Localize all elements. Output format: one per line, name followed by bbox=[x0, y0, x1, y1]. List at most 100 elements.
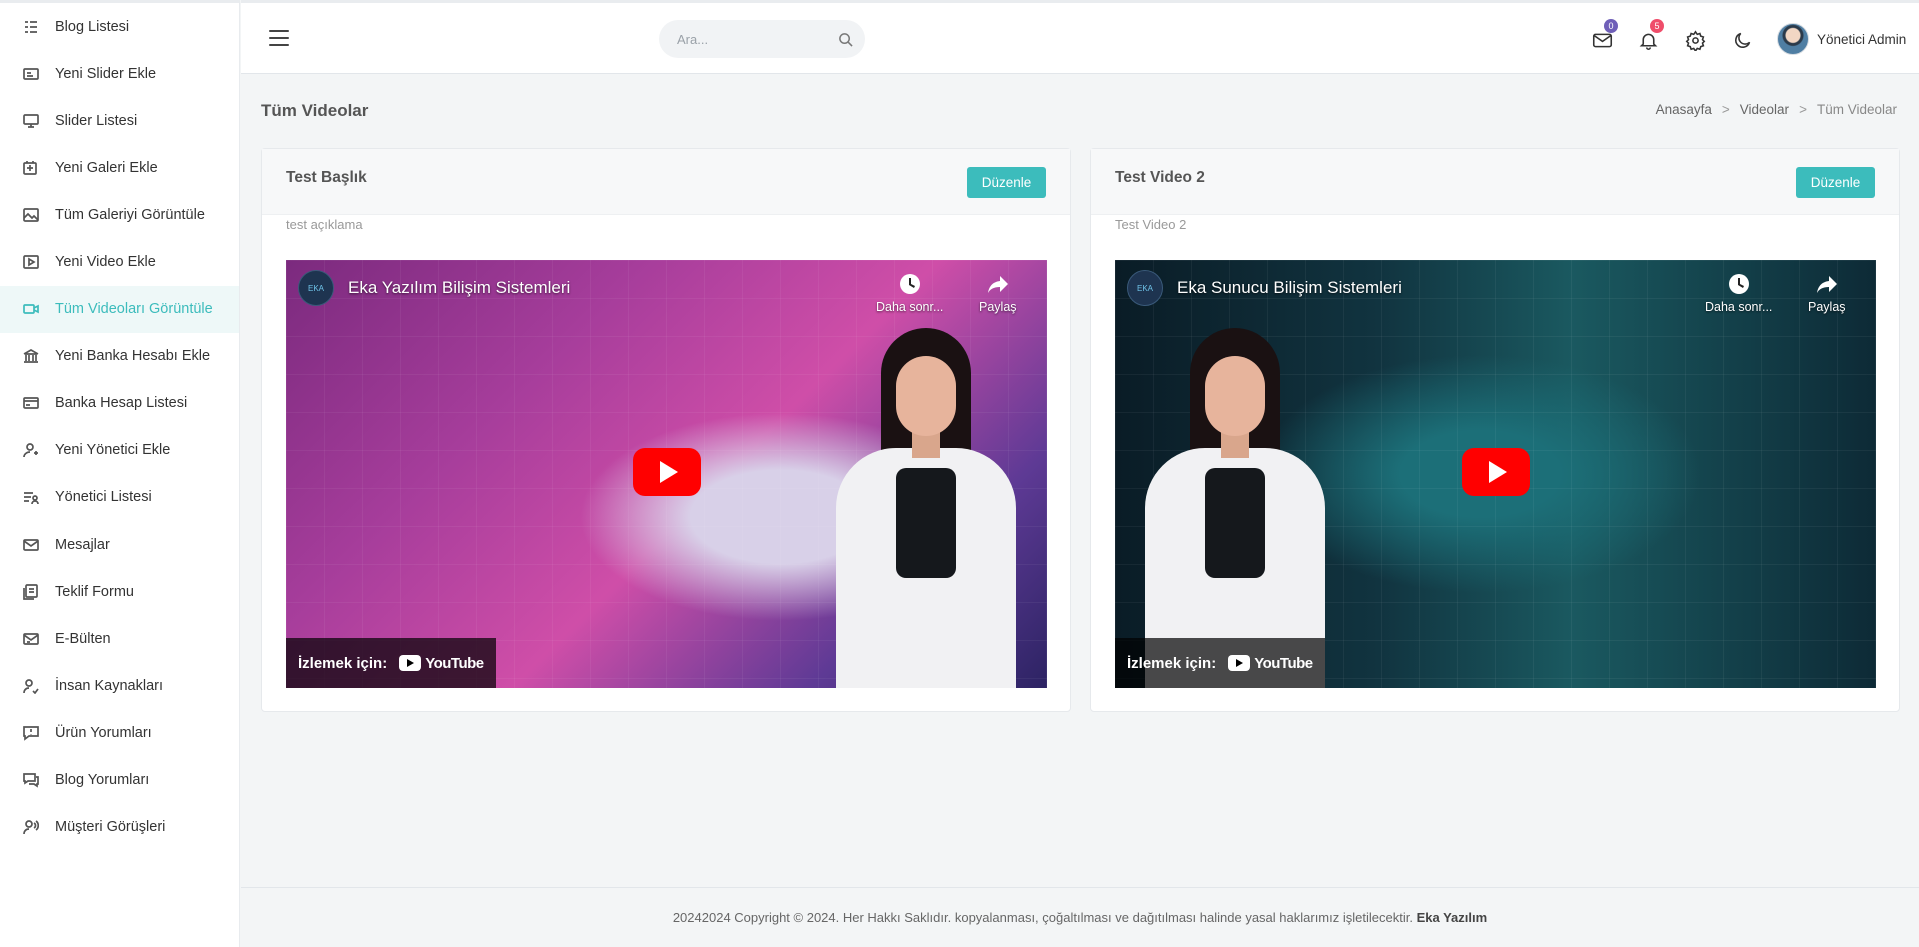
video-channel[interactable]: EKA Eka Sunucu Bilişim Sistemleri bbox=[1127, 270, 1402, 306]
video-presenter-image bbox=[826, 328, 1026, 688]
watch-later-button[interactable]: Daha sonr... bbox=[1705, 272, 1772, 314]
hr-icon bbox=[22, 677, 40, 695]
search-input[interactable] bbox=[659, 20, 829, 58]
channel-logo[interactable]: EKA bbox=[298, 270, 334, 306]
search-icon[interactable] bbox=[838, 32, 853, 47]
sidebar-item-testimonials[interactable]: Müşteri Görüşleri bbox=[0, 804, 239, 851]
video-title: Test Başlık bbox=[286, 169, 367, 186]
footer: 20242024 Copyright © 2024. Her Hakkı Sak… bbox=[241, 887, 1919, 947]
sidebar-item-new-video[interactable]: Yeni Video Ekle bbox=[0, 238, 239, 285]
notification-badge: 5 bbox=[1650, 19, 1664, 33]
video-embed[interactable]: EKA Eka Yazılım Bilişim Sistemleri Daha … bbox=[286, 260, 1047, 688]
sidebar: Blog Listesi Yeni Slider Ekle Slider Lis… bbox=[0, 0, 240, 947]
youtube-logo-icon: YouTube bbox=[399, 654, 484, 672]
sidebar-item-admin-list[interactable]: Yönetici Listesi bbox=[0, 474, 239, 521]
breadcrumb-home[interactable]: Anasayfa bbox=[1656, 102, 1712, 117]
credit-card-icon bbox=[22, 394, 40, 412]
settings-button[interactable] bbox=[1683, 28, 1707, 52]
sidebar-item-label: Tüm Galeriyi Görüntüle bbox=[55, 206, 205, 223]
sidebar-item-offer-form[interactable]: Teklif Formu bbox=[0, 568, 239, 615]
footer-brand[interactable]: Eka Yazılım bbox=[1417, 910, 1488, 925]
avatar[interactable] bbox=[1777, 23, 1809, 55]
slider-add-icon bbox=[22, 65, 40, 83]
sidebar-item-bank-account-list[interactable]: Banka Hesap Listesi bbox=[0, 380, 239, 427]
video-presenter-image bbox=[1135, 328, 1335, 688]
share-label: Paylaş bbox=[979, 300, 1017, 314]
menu-toggle-icon[interactable] bbox=[269, 30, 289, 46]
youtube-label: YouTube bbox=[425, 654, 484, 672]
share-label: Paylaş bbox=[1808, 300, 1846, 314]
share-button[interactable]: Paylaş bbox=[979, 272, 1017, 314]
sidebar-item-product-reviews[interactable]: Ürün Yorumları bbox=[0, 709, 239, 756]
youtube-logo-icon: YouTube bbox=[1228, 655, 1313, 672]
sidebar-item-label: Blog Yorumları bbox=[55, 772, 150, 789]
sidebar-item-all-videos[interactable]: Tüm Videoları Görüntüle bbox=[0, 285, 239, 333]
sidebar-item-new-admin[interactable]: Yeni Yönetici Ekle bbox=[0, 427, 239, 474]
sidebar-item-label: Banka Hesap Listesi bbox=[55, 395, 188, 412]
image-icon bbox=[22, 206, 40, 224]
clock-icon bbox=[1727, 272, 1751, 296]
video-camera-icon bbox=[22, 300, 40, 318]
search-box bbox=[659, 20, 865, 58]
sidebar-item-newsletter[interactable]: E-Bülten bbox=[0, 615, 239, 662]
breadcrumb-videos[interactable]: Videolar bbox=[1740, 102, 1789, 117]
breadcrumb-separator-icon: > bbox=[1799, 102, 1807, 117]
video-description: test açıklama bbox=[286, 217, 363, 232]
dark-mode-toggle[interactable] bbox=[1730, 28, 1754, 52]
sidebar-item-label: İnsan Kaynakları bbox=[55, 677, 164, 694]
video-channel-title[interactable]: Eka Yazılım Bilişim Sistemleri bbox=[348, 278, 570, 298]
sidebar-item-blog-comments[interactable]: Blog Yorumları bbox=[0, 757, 239, 804]
share-icon bbox=[986, 272, 1010, 296]
mail-badge: 0 bbox=[1604, 19, 1618, 33]
mail-icon bbox=[22, 536, 40, 554]
sidebar-item-blog-list[interactable]: Blog Listesi bbox=[0, 3, 239, 50]
edit-button[interactable]: Düzenle bbox=[1796, 167, 1875, 198]
mail-button[interactable]: 0 bbox=[1590, 19, 1618, 52]
video-add-icon bbox=[22, 253, 40, 271]
sidebar-item-all-gallery[interactable]: Tüm Galeriyi Görüntüle bbox=[0, 191, 239, 238]
video-channel[interactable]: EKA Eka Yazılım Bilişim Sistemleri bbox=[298, 270, 570, 306]
video-embed[interactable]: EKA Eka Sunucu Bilişim Sistemleri Daha s… bbox=[1115, 260, 1876, 688]
sidebar-item-label: Yeni Video Ekle bbox=[55, 254, 156, 271]
newsletter-icon bbox=[22, 630, 40, 648]
form-icon bbox=[22, 583, 40, 601]
sidebar-item-human-resources[interactable]: İnsan Kaynakları bbox=[0, 662, 239, 709]
sidebar-item-label: Ürün Yorumları bbox=[55, 724, 152, 741]
sidebar-item-label: Slider Listesi bbox=[55, 112, 138, 129]
testimonial-icon bbox=[22, 818, 40, 836]
comments-icon bbox=[22, 771, 40, 789]
watch-on-youtube[interactable]: İzlemek için: YouTube bbox=[1115, 638, 1325, 688]
play-button-icon[interactable] bbox=[1462, 448, 1530, 496]
sidebar-item-new-bank-account[interactable]: Yeni Banka Hesabı Ekle bbox=[0, 333, 239, 380]
watch-on-label: İzlemek için: bbox=[298, 654, 388, 672]
video-card: Test Başlık Düzenle test açıklama EKA Ek… bbox=[261, 148, 1071, 712]
sidebar-item-label: Teklif Formu bbox=[55, 583, 134, 600]
sidebar-item-new-gallery[interactable]: Yeni Galeri Ekle bbox=[0, 144, 239, 191]
edit-button[interactable]: Düzenle bbox=[967, 167, 1046, 198]
user-list-icon bbox=[22, 488, 40, 506]
sidebar-item-slider-list[interactable]: Slider Listesi bbox=[0, 97, 239, 144]
sidebar-item-label: Yönetici Listesi bbox=[55, 489, 152, 506]
gear-icon bbox=[1685, 29, 1705, 51]
share-button[interactable]: Paylaş bbox=[1808, 272, 1846, 314]
play-button-icon[interactable] bbox=[633, 448, 701, 496]
card-header: Test Video 2 Düzenle bbox=[1091, 149, 1899, 215]
watch-on-youtube[interactable]: İzlemek için: YouTube bbox=[286, 638, 496, 688]
sidebar-item-label: Yeni Galeri Ekle bbox=[55, 159, 158, 176]
footer-copyright: 20242024 Copyright © 2024. Her Hakkı Sak… bbox=[672, 910, 1413, 925]
sidebar-item-label: Yeni Banka Hesabı Ekle bbox=[55, 348, 211, 365]
watch-later-button[interactable]: Daha sonr... bbox=[876, 272, 943, 314]
moon-icon bbox=[1734, 32, 1750, 48]
user-add-icon bbox=[22, 441, 40, 459]
admin-name[interactable]: Yönetici Admin bbox=[1817, 32, 1906, 47]
sidebar-item-label: Müşteri Görüşleri bbox=[55, 819, 166, 836]
watch-later-label: Daha sonr... bbox=[1705, 300, 1773, 314]
sidebar-item-new-slider[interactable]: Yeni Slider Ekle bbox=[0, 50, 239, 97]
card-header: Test Başlık Düzenle bbox=[262, 149, 1070, 215]
channel-logo[interactable]: EKA bbox=[1127, 270, 1163, 306]
sidebar-item-label: E-Bülten bbox=[55, 630, 111, 647]
notifications-button[interactable]: 5 bbox=[1636, 19, 1664, 52]
sidebar-item-messages[interactable]: Mesajlar bbox=[0, 521, 239, 568]
watch-later-label: Daha sonr... bbox=[876, 300, 944, 314]
video-channel-title[interactable]: Eka Sunucu Bilişim Sistemleri bbox=[1177, 278, 1402, 298]
